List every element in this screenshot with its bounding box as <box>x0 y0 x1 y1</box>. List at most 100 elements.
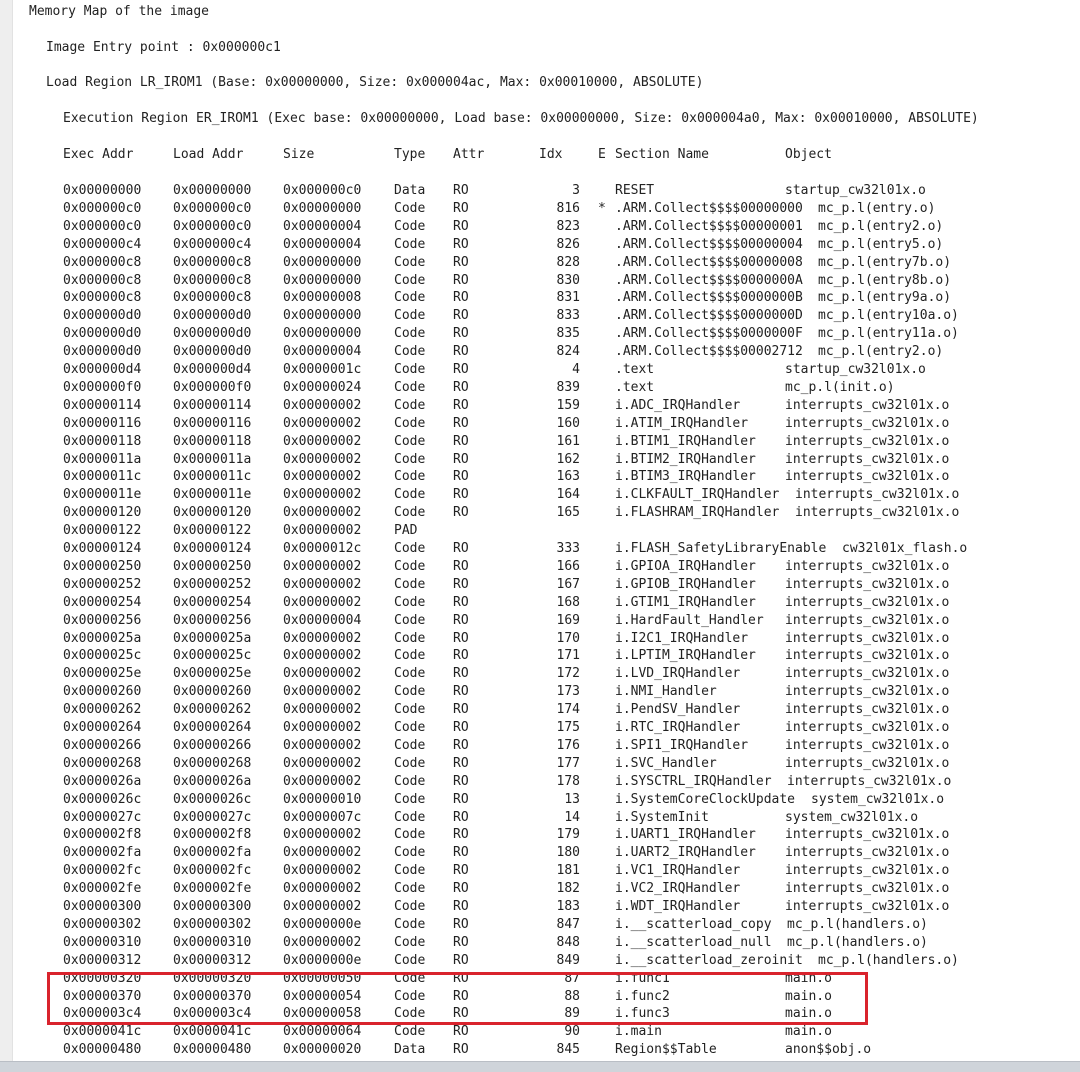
cell-exec-addr: 0x00000268 <box>63 755 142 771</box>
table-row: 0x0000011a 0x0000011a 0x00000002 Code RO 162 i… <box>0 451 1080 469</box>
cell-type: Code <box>394 881 426 897</box>
cell-section-name: i.NMI_Handler <box>615 684 717 700</box>
cell-section-name: .ARM.Collect$$$$00000008 <box>615 254 803 270</box>
table-row: 0x00000254 0x00000254 0x00000002 Code RO 168 i… <box>0 594 1080 612</box>
cell-size: 0x00000004 <box>283 344 362 360</box>
cell-idx: 164 <box>556 487 580 503</box>
table-row: 0x0000041c 0x0000041c 0x00000064 Code RO 90 i.… <box>0 1023 1080 1041</box>
cell-type: Code <box>394 415 426 431</box>
cell-load-addr: 0x0000026c <box>173 791 252 807</box>
cell-exec-addr: 0x000000c8 <box>63 272 142 288</box>
cell-load-addr: 0x00000266 <box>173 737 252 753</box>
cell-type: Code <box>394 290 426 306</box>
cell-load-addr: 0x00000268 <box>173 755 252 771</box>
cell-object: interrupts_cw32l01x.o <box>785 648 950 664</box>
cell-object: interrupts_cw32l01x.o <box>785 881 950 897</box>
cell-load-addr: 0x00000300 <box>173 899 252 914</box>
cell-section-name: i.SystemCoreClockUpdate <box>615 791 796 807</box>
table-row: 0x000000c8 0x000000c8 0x00000000 Code RO 830.… <box>0 272 1080 290</box>
cell-exec-addr: 0x0000011c <box>63 469 142 485</box>
cell-size: 0x00000002 <box>283 737 362 753</box>
cell-object: interrupts_cw32l01x.o <box>785 397 950 413</box>
cell-size: 0x00000002 <box>283 666 362 682</box>
cell-load-addr: 0x00000310 <box>173 934 252 950</box>
cell-idx: 179 <box>556 827 580 843</box>
cell-attr: RO <box>453 845 469 861</box>
cell-type: Code <box>394 433 426 449</box>
cell-attr: RO <box>453 362 469 377</box>
cell-attr: RO <box>453 469 469 485</box>
cell-exec-addr: 0x000000c0 <box>63 200 142 216</box>
table-row: 0x00000302 0x00000302 0x0000000e Code RO 847 i… <box>0 916 1080 934</box>
cell-object: interrupts_cw32l01x.o <box>785 684 950 700</box>
cell-type: Code <box>394 594 426 610</box>
cell-attr: RO <box>453 1024 469 1040</box>
table-row: 0x00000116 0x00000116 0x00000002 Code RO 160 i… <box>0 415 1080 433</box>
cell-load-addr: 0x000000d0 <box>173 326 252 342</box>
cell-exec-addr: 0x00000256 <box>63 612 142 628</box>
cell-exec-addr: 0x000000d0 <box>63 326 142 342</box>
cell-idx: 183 <box>556 899 580 914</box>
table-row: 0x000002fc 0x000002fc 0x00000002 Code RO 181 i… <box>0 862 1080 880</box>
cell-section-name: i.SystemInit <box>615 809 709 825</box>
cell-idx: 3 <box>572 183 580 198</box>
table-row: 0x00000260 0x00000260 0x00000002 Code RO 173 i… <box>0 683 1080 701</box>
table-row: 0x00000000 0x00000000 0x000000c0 Data RO 3 RES… <box>0 182 1080 200</box>
cell-idx: 182 <box>556 881 580 897</box>
cell-section-name: i.ATIM_IRQHandler <box>615 415 749 431</box>
table-row: 0x00000480 0x00000480 0x00000020 Data RO 845 R… <box>0 1041 1080 1059</box>
cell-object: mc_p.l(entry8b.o) <box>818 272 952 288</box>
cell-load-addr: 0x000002f8 <box>173 827 252 843</box>
cell-type: Code <box>394 236 426 252</box>
cell-type: Code <box>394 755 426 771</box>
cell-size: 0x00000002 <box>283 487 362 503</box>
cell-section-name: i.BTIM1_IRQHandler <box>615 433 756 449</box>
cell-type: Code <box>394 702 426 718</box>
cell-idx: 161 <box>556 433 580 449</box>
cell-attr: RO <box>453 558 469 574</box>
header-idx: Idx <box>539 147 563 162</box>
table-row: 0x00000300 0x00000300 0x00000002 Code RO 183 i… <box>0 898 1080 916</box>
cell-load-addr: 0x00000312 <box>173 952 252 968</box>
table-row: 0x00000124 0x00000124 0x0000012c Code RO 333 i… <box>0 540 1080 558</box>
cell-type: Data <box>394 1042 426 1058</box>
cell-size: 0x00000002 <box>283 451 362 467</box>
cell-object: interrupts_cw32l01x.o <box>795 505 960 521</box>
cell-object: interrupts_cw32l01x.o <box>785 899 950 914</box>
cell-load-addr: 0x000000c8 <box>173 290 252 306</box>
table-row: 0x000000c8 0x000000c8 0x00000000 Code RO 828.… <box>0 254 1080 272</box>
cell-size: 0x00000002 <box>283 899 362 914</box>
cell-attr: RO <box>453 827 469 843</box>
cell-load-addr: 0x0000026a <box>173 773 252 789</box>
cell-section-name: Region$$Table <box>615 1042 717 1058</box>
cell-size: 0x00000002 <box>283 630 362 646</box>
cell-idx: 847 <box>556 916 580 932</box>
cell-idx: 830 <box>556 272 580 288</box>
cell-load-addr: 0x00000256 <box>173 612 252 628</box>
table-row: 0x000000f0 0x000000f0 0x00000024 Code RO 839.… <box>0 379 1080 397</box>
cell-type: Code <box>394 344 426 360</box>
cell-size: 0x00000008 <box>283 290 362 306</box>
cell-type: Code <box>394 200 426 216</box>
cell-type: Code <box>394 845 426 861</box>
cell-idx: 162 <box>556 451 580 467</box>
cell-size: 0x00000002 <box>283 827 362 843</box>
table-row: 0x00000122 0x00000122 0x00000002 PAD <box>0 522 1080 540</box>
cell-size: 0x0000000e <box>283 916 362 932</box>
cell-size: 0x00000002 <box>283 558 362 574</box>
cell-exec-addr: 0x00000252 <box>63 576 142 592</box>
cell-object: interrupts_cw32l01x.o <box>785 702 950 718</box>
horizontal-scrollbar[interactable] <box>0 1061 1080 1072</box>
cell-exec-addr: 0x000000d0 <box>63 308 142 324</box>
cell-object: main.o <box>785 1024 832 1040</box>
table-row: 0x0000011c 0x0000011c 0x00000002 Code RO 163 i… <box>0 468 1080 486</box>
cell-load-addr: 0x000000f0 <box>173 379 252 395</box>
cell-exec-addr: 0x000000c8 <box>63 290 142 306</box>
cell-type: Code <box>394 308 426 324</box>
cell-attr: RO <box>453 254 469 270</box>
cell-size: 0x0000007c <box>283 809 362 825</box>
cell-attr: RO <box>453 326 469 342</box>
cell-attr: RO <box>453 666 469 682</box>
cell-load-addr: 0x0000025a <box>173 630 252 646</box>
cell-idx: 172 <box>556 666 580 682</box>
